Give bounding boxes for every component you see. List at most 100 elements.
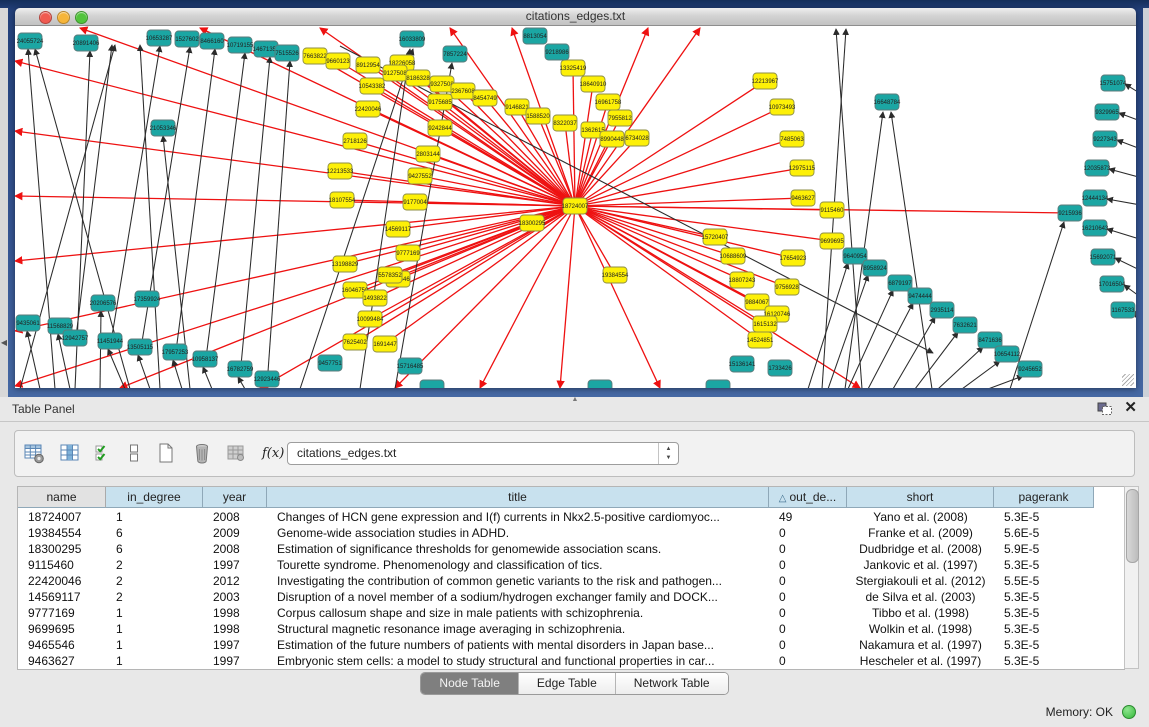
- graph-node[interactable]: 13505115: [127, 339, 154, 355]
- column-header-name[interactable]: name: [18, 487, 106, 508]
- column-header-title[interactable]: title: [267, 487, 769, 508]
- import-table-icon[interactable]: [225, 442, 249, 466]
- graph-node[interactable]: 8186328: [406, 70, 430, 86]
- graph-edge[interactable]: [408, 206, 575, 253]
- table-row[interactable]: 1872400712008Changes of HCN gene express…: [18, 509, 1125, 525]
- graph-node[interactable]: 8454749: [473, 90, 497, 106]
- function-builder-icon[interactable]: f(x): [261, 442, 285, 466]
- graph-node[interactable]: 9115460: [820, 202, 844, 218]
- graph-node[interactable]: 1615132: [753, 316, 777, 332]
- graph-node[interactable]: 17359924: [134, 291, 161, 307]
- table-scrollbar[interactable]: [1124, 486, 1139, 669]
- graph-node[interactable]: 7625402: [343, 334, 367, 350]
- graph-node[interactable]: 9177004: [403, 194, 427, 210]
- graph-node[interactable]: 10973493: [769, 99, 796, 115]
- graph-node[interactable]: [420, 380, 444, 388]
- graph-node[interactable]: 9463627: [791, 190, 815, 206]
- graph-node[interactable]: 2367608: [451, 83, 475, 99]
- graph-node[interactable]: 8958924: [863, 260, 887, 276]
- graph-node[interactable]: 10654112: [994, 346, 1021, 362]
- tab-node-table[interactable]: Node Table: [421, 673, 518, 694]
- table-row[interactable]: 1456911722003Disruption of a novel membe…: [18, 589, 1125, 605]
- graph-edge[interactable]: [1124, 285, 1136, 301]
- graph-node[interactable]: 13325419: [560, 60, 587, 76]
- graph-node[interactable]: [706, 380, 730, 388]
- graph-edge[interactable]: [1117, 140, 1136, 151]
- graph-edge[interactable]: [238, 377, 245, 388]
- graph-edge[interactable]: [420, 176, 575, 206]
- graph-node[interactable]: 12035873: [1084, 160, 1111, 176]
- graph-edge[interactable]: [240, 57, 270, 376]
- graph-edge[interactable]: [828, 275, 868, 388]
- graph-edge[interactable]: [988, 376, 1023, 388]
- graph-edge[interactable]: [1107, 229, 1136, 241]
- graph-edge[interactable]: [893, 317, 935, 388]
- graph-node[interactable]: 9227343: [1093, 131, 1117, 147]
- graph-node[interactable]: 12923446: [254, 371, 281, 387]
- graph-node[interactable]: 8322037: [553, 115, 577, 131]
- graph-node[interactable]: 11451944: [97, 333, 124, 349]
- graph-edge[interactable]: [575, 206, 832, 210]
- graph-node[interactable]: 10653287: [146, 30, 173, 46]
- graph-node[interactable]: 9245652: [1018, 361, 1042, 377]
- graph-node[interactable]: 15136141: [729, 356, 756, 372]
- graph-edge[interactable]: [28, 49, 55, 388]
- graph-node[interactable]: 9329965: [1095, 104, 1119, 120]
- graph-node[interactable]: 9435061: [16, 315, 40, 331]
- graph-node[interactable]: 17654923: [780, 250, 807, 266]
- table-row[interactable]: 2242004622012Investigating the contribut…: [18, 573, 1125, 589]
- graph-node[interactable]: 17016504: [1099, 276, 1126, 292]
- graph-node[interactable]: 20206576: [90, 295, 117, 311]
- table-settings-icon[interactable]: [23, 442, 47, 466]
- float-panel-icon[interactable]: [1097, 402, 1113, 421]
- graph-node[interactable]: 12444134: [1082, 190, 1109, 206]
- graph-edge[interactable]: [575, 139, 792, 206]
- graph-node[interactable]: 14524851: [747, 332, 774, 348]
- column-header-out_de[interactable]: △out_de...: [769, 487, 847, 508]
- graph-node[interactable]: 18300295: [519, 215, 546, 231]
- graph-node[interactable]: 10719155: [227, 37, 254, 53]
- column-header-year[interactable]: year: [203, 487, 267, 508]
- graph-node[interactable]: 2935114: [930, 302, 954, 318]
- graph-edge[interactable]: [962, 361, 1000, 388]
- graph-node[interactable]: 24055724: [17, 33, 44, 49]
- graph-node[interactable]: 16648784: [874, 94, 901, 110]
- close-panel-icon[interactable]: ✕: [1124, 398, 1137, 416]
- graph-node[interactable]: 9175685: [428, 94, 452, 110]
- graph-node[interactable]: 9777169: [396, 245, 420, 261]
- table-row[interactable]: 1938455462009Genome-wide association stu…: [18, 525, 1125, 541]
- graph-node[interactable]: 12213533: [327, 163, 354, 179]
- graph-node[interactable]: [588, 380, 612, 388]
- graph-edge[interactable]: [1109, 169, 1136, 179]
- graph-node[interactable]: 15720407: [702, 229, 729, 245]
- graph-node[interactable]: 18107554: [329, 192, 356, 208]
- graph-node[interactable]: 7515526: [275, 45, 299, 61]
- graph-node[interactable]: 8912954: [356, 57, 380, 73]
- graph-node[interactable]: 10099484: [357, 311, 384, 327]
- graph-node[interactable]: 15751074: [1100, 75, 1127, 91]
- graph-edge[interactable]: [15, 131, 575, 206]
- graph-node[interactable]: 9457751: [318, 355, 342, 371]
- node-box[interactable]: [588, 380, 612, 388]
- graph-edge[interactable]: [175, 49, 215, 359]
- graph-node[interactable]: 1733426: [768, 360, 792, 376]
- graph-node[interactable]: 7485063: [780, 131, 804, 147]
- graph-edge[interactable]: [267, 61, 290, 386]
- table-row[interactable]: 946362711997Embryonic stem cells: a mode…: [18, 653, 1125, 669]
- tab-edge-table[interactable]: Edge Table: [518, 673, 615, 694]
- graph-node[interactable]: 16782759: [227, 361, 254, 377]
- graph-node[interactable]: 9660123: [326, 53, 350, 69]
- graph-edge[interactable]: [1119, 113, 1136, 123]
- graph-node[interactable]: 10543382: [359, 78, 386, 94]
- graph-node[interactable]: 9474444: [908, 288, 932, 304]
- graph-node[interactable]: 1691447: [373, 336, 397, 352]
- graph-node[interactable]: 9218986: [545, 44, 569, 60]
- graph-node[interactable]: 18640910: [580, 76, 607, 92]
- new-table-icon[interactable]: [155, 442, 179, 466]
- graph-edge[interactable]: [868, 303, 913, 388]
- network-window-titlebar[interactable]: citations_edges.txt: [15, 8, 1136, 26]
- table-selector-dropdown[interactable]: citations_edges.txt ▲▼: [287, 442, 679, 465]
- tab-network-table[interactable]: Network Table: [615, 673, 728, 694]
- table-row[interactable]: 946554611997Estimation of the future num…: [18, 637, 1125, 653]
- graph-edge[interactable]: [575, 107, 782, 206]
